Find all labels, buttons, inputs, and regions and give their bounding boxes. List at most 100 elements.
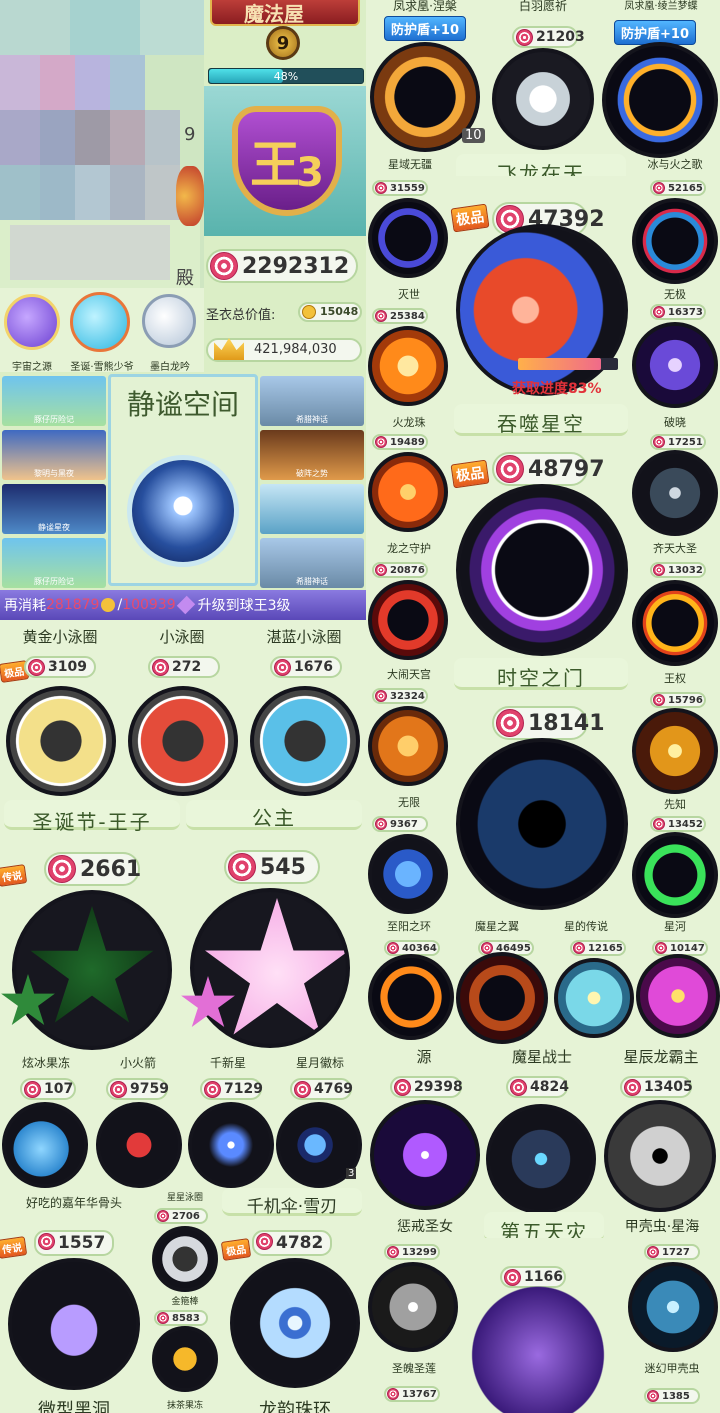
price-pill: 8583 — [154, 1310, 208, 1326]
grid-item-ball[interactable] — [368, 706, 448, 786]
candy-swirl-icon — [375, 690, 387, 702]
pet-avatar[interactable] — [70, 292, 130, 352]
price-pill: 20876 — [372, 562, 428, 578]
bone-item[interactable] — [8, 1258, 140, 1390]
time-gate-item[interactable] — [456, 484, 628, 656]
fire-ice-ring-item[interactable] — [602, 42, 718, 158]
grid-item-ball[interactable] — [636, 954, 720, 1038]
grid-item-ball[interactable] — [370, 1100, 480, 1210]
grid-item-ball[interactable] — [368, 954, 454, 1040]
price-pill: 4782 — [252, 1230, 332, 1256]
item-label: 王权 — [664, 672, 686, 685]
candy-swirl-icon — [387, 1246, 399, 1258]
jersey-value-pill: 15048 — [298, 302, 362, 322]
ring-item[interactable] — [152, 1226, 218, 1292]
price-pill: 52165 — [650, 180, 706, 196]
pink-star-item[interactable] — [190, 888, 350, 1048]
upgrade-bar[interactable]: 再消耗 281879 / 100939 升级到球王3级 — [0, 590, 366, 620]
blue-ring-item[interactable] — [250, 686, 360, 796]
item-label: 凤求凰·绫兰梦蝶 — [624, 1, 698, 12]
item-label: 魔星之翼 — [475, 920, 519, 933]
rank-emblem-text: 王 — [250, 136, 301, 194]
grid-item-ball[interactable] — [368, 834, 448, 914]
quality-tag: 极品 — [450, 459, 490, 489]
lotus-item[interactable] — [492, 48, 594, 150]
item-label: 龙韵珠环 — [259, 1400, 331, 1413]
small-items-section: 107 9759 7129 4769 3 好吃的嘉年华骨头 星星泳圈 千机伞·雪… — [0, 1072, 366, 1218]
count-badge: 10 — [462, 128, 485, 143]
candy-swirl-icon — [394, 1079, 411, 1096]
item-label: 公主 — [252, 806, 296, 830]
scene-label: 黎明与黑夜 — [34, 469, 74, 478]
price-pill: 29398 — [390, 1076, 463, 1098]
selected-scene[interactable]: 静谧空间 — [108, 374, 258, 586]
pet-label: 圣诞·雪熊少爷 — [70, 362, 134, 373]
star-wing-item[interactable] — [456, 738, 628, 910]
item-label: 无限 — [398, 796, 420, 809]
rank-number: 3 — [296, 150, 324, 196]
grid-item-ball[interactable] — [554, 958, 634, 1038]
devour-sky-item[interactable] — [456, 224, 628, 396]
grid-item-ball[interactable] — [632, 832, 718, 918]
grid-item-ball[interactable] — [368, 580, 448, 660]
rank-level-badge: 9 — [266, 26, 300, 60]
quality-tag: 极品 — [450, 203, 490, 233]
grid-item-ball[interactable] — [456, 952, 548, 1044]
candy-swirl-icon — [24, 1081, 41, 1098]
grid-item-ball[interactable] — [368, 452, 448, 532]
price-pill: 9759 — [106, 1078, 169, 1100]
quality-tag: 传说 — [0, 1236, 28, 1259]
item-label: 无极 — [664, 288, 686, 301]
item-label: 迷幻甲壳虫 — [644, 1362, 700, 1375]
acquire-progress-bar — [518, 358, 618, 370]
price-pill: 272 — [148, 656, 220, 678]
grid-item-ball[interactable] — [628, 1262, 718, 1352]
grid-item-ball[interactable] — [368, 198, 448, 278]
grid-item-ball[interactable] — [604, 1100, 716, 1212]
rocket-item[interactable] — [96, 1102, 182, 1188]
item-label: 时空之门 — [497, 666, 585, 690]
red-ring-item[interactable] — [128, 686, 238, 796]
acquire-progress-fill — [518, 358, 601, 370]
grid-item-ball[interactable] — [632, 580, 718, 666]
galaxy-item[interactable] — [188, 1102, 274, 1188]
price-pill: 13767 — [384, 1386, 440, 1402]
candy-swirl-icon — [387, 1388, 399, 1400]
price-pill: 15796 — [650, 692, 706, 708]
price-pill: 12165 — [570, 940, 626, 956]
item-label: 星月徽标 — [295, 1056, 344, 1070]
item-label: 白羽愿祈 — [518, 0, 567, 13]
grid-item-ball[interactable] — [632, 708, 718, 794]
price-pill: 19489 — [372, 434, 428, 450]
grid-item-ball[interactable] — [632, 322, 718, 408]
total-candy: 2292312 — [242, 253, 350, 279]
item-label: 微型黑洞 — [38, 1400, 110, 1413]
grid-item-ball[interactable] — [632, 450, 718, 536]
price-pill: 48797 — [492, 452, 605, 486]
item-label: 惩戒圣女 — [397, 1219, 453, 1235]
item-label: 千机伞·雪刃 — [246, 1197, 338, 1217]
grid-item-ball[interactable] — [486, 1104, 596, 1214]
crown-value-pill: 421,984,030 — [206, 338, 362, 362]
candy-swirl-icon — [228, 853, 256, 881]
rank-emblem-panel: 王 3 — [204, 86, 366, 236]
pet-avatar[interactable] — [142, 294, 196, 348]
jelly-star-item[interactable] — [12, 890, 172, 1050]
shield-badge: 防护盾+10 — [384, 16, 466, 41]
candy-swirl-icon — [375, 818, 387, 830]
price-pill: 1385 — [644, 1388, 700, 1404]
snowflake-ring-item[interactable] — [230, 1258, 360, 1388]
grid-item-ball[interactable] — [368, 1262, 458, 1352]
dragon-item[interactable] — [454, 1268, 622, 1413]
candy-swirl-icon — [647, 1246, 659, 1258]
right-top-section: 凤求凰·涅槃 白羽愿祈 凤求凰·绫兰梦蝶 防护盾+10 防护盾+10 21203… — [366, 0, 720, 190]
pet-avatar[interactable] — [4, 294, 60, 350]
price-pill: 4824 — [506, 1076, 569, 1098]
golden-ring-item[interactable] — [6, 686, 116, 796]
magic-house-header[interactable]: 魔法屋 9 — [204, 0, 366, 66]
grid-item-ball[interactable] — [632, 198, 718, 284]
scene-thumb[interactable] — [260, 484, 364, 534]
jelly-item[interactable] — [152, 1326, 218, 1392]
grid-item-ball[interactable] — [368, 326, 448, 406]
water-drop-item[interactable] — [2, 1102, 88, 1188]
